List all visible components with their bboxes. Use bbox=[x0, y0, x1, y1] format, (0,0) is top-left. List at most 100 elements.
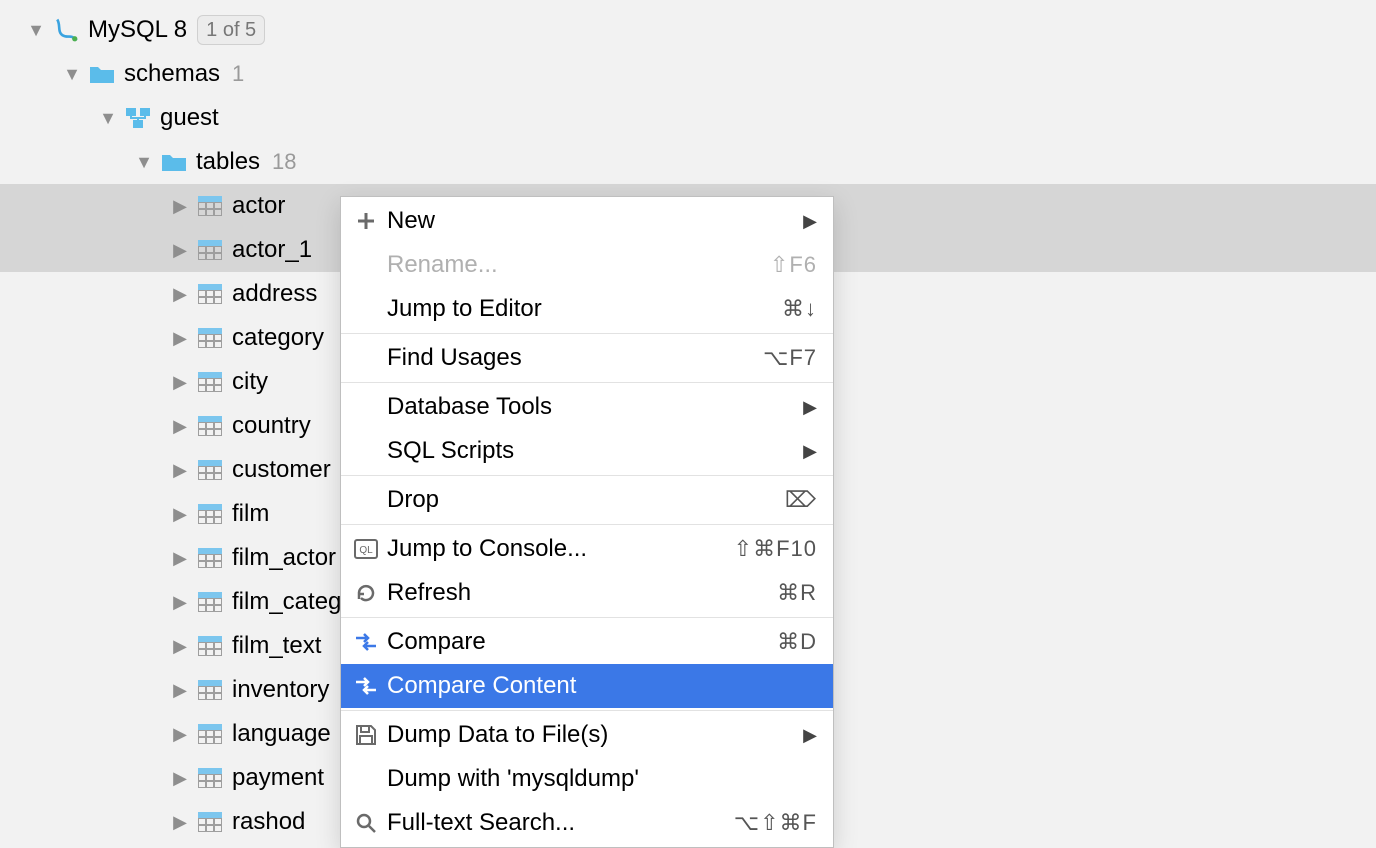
table-icon bbox=[196, 720, 224, 748]
submenu-arrow-icon: ▶ bbox=[803, 441, 817, 462]
menu-item-shortcut: ⌥⇧⌘F bbox=[734, 810, 817, 836]
collapse-arrow-icon[interactable]: ▶ bbox=[168, 678, 192, 702]
submenu-arrow-icon: ▶ bbox=[803, 397, 817, 418]
context-menu: New▶Rename...⇧F6Jump to Editor⌘↓Find Usa… bbox=[340, 196, 834, 848]
svg-text:QL: QL bbox=[359, 545, 373, 556]
table-icon bbox=[196, 588, 224, 616]
menu-item-shortcut: ⌘↓ bbox=[782, 296, 817, 322]
collapse-arrow-icon[interactable]: ▶ bbox=[168, 238, 192, 262]
table-icon bbox=[196, 764, 224, 792]
collapse-arrow-icon[interactable]: ▶ bbox=[168, 414, 192, 438]
compare-icon bbox=[351, 627, 381, 657]
menu-separator bbox=[341, 524, 833, 525]
menu-item[interactable]: Compare⌘D bbox=[341, 620, 833, 664]
collapse-arrow-icon[interactable]: ▶ bbox=[168, 326, 192, 350]
collapse-arrow-icon[interactable]: ▶ bbox=[168, 502, 192, 526]
collapse-arrow-icon[interactable]: ▶ bbox=[168, 810, 192, 834]
menu-item-shortcut: ⇧F6 bbox=[770, 252, 817, 278]
tree-label: category bbox=[232, 324, 324, 352]
menu-separator bbox=[341, 710, 833, 711]
save-icon bbox=[351, 720, 381, 750]
tree-label: city bbox=[232, 368, 268, 396]
menu-item-shortcut: ⌘D bbox=[777, 629, 817, 655]
table-icon bbox=[196, 192, 224, 220]
blank-icon bbox=[351, 764, 381, 794]
menu-item[interactable]: Jump to Editor⌘↓ bbox=[341, 287, 833, 331]
menu-item-label: Jump to Console... bbox=[387, 535, 734, 563]
menu-item-shortcut: ⌥F7 bbox=[763, 345, 817, 371]
menu-item[interactable]: Full-text Search...⌥⇧⌘F bbox=[341, 801, 833, 845]
collapse-arrow-icon[interactable]: ▶ bbox=[168, 590, 192, 614]
table-icon bbox=[196, 544, 224, 572]
expand-arrow-icon[interactable]: ▼ bbox=[60, 62, 84, 86]
collapse-arrow-icon[interactable]: ▶ bbox=[168, 546, 192, 570]
console-icon: QL bbox=[351, 534, 381, 564]
tree-node-schema[interactable]: ▼ guest bbox=[0, 96, 1376, 140]
datasource-count-badge: 1 of 5 bbox=[197, 15, 265, 45]
collapse-arrow-icon[interactable]: ▶ bbox=[168, 766, 192, 790]
menu-item[interactable]: Drop⌦ bbox=[341, 478, 833, 522]
menu-item[interactable]: SQL Scripts ▶ bbox=[341, 429, 833, 473]
tree-label: film_text bbox=[232, 632, 321, 660]
tree-node-tables[interactable]: ▼ tables 18 bbox=[0, 140, 1376, 184]
tree-label: actor bbox=[232, 192, 285, 220]
tree-label: rashod bbox=[232, 808, 305, 836]
menu-item-label: Drop bbox=[387, 486, 785, 514]
collapse-arrow-icon[interactable]: ▶ bbox=[168, 634, 192, 658]
blank-icon bbox=[351, 436, 381, 466]
table-icon bbox=[196, 324, 224, 352]
menu-item-label: Rename... bbox=[387, 251, 770, 279]
menu-item[interactable]: Database Tools ▶ bbox=[341, 385, 833, 429]
plus-icon bbox=[351, 206, 381, 236]
menu-item[interactable]: QL Jump to Console...⇧⌘F10 bbox=[341, 527, 833, 571]
blank-icon bbox=[351, 343, 381, 373]
menu-item-label: Dump Data to File(s) bbox=[387, 721, 795, 749]
menu-item-label: New bbox=[387, 207, 795, 235]
table-icon bbox=[196, 632, 224, 660]
tree-label: schemas bbox=[124, 60, 220, 88]
compare-icon bbox=[351, 671, 381, 701]
tree-label: MySQL 8 bbox=[88, 16, 187, 44]
collapse-arrow-icon[interactable]: ▶ bbox=[168, 722, 192, 746]
menu-item-shortcut: ⇧⌘F10 bbox=[734, 536, 817, 562]
refresh-icon bbox=[351, 578, 381, 608]
menu-item[interactable]: Dump with 'mysqldump' bbox=[341, 757, 833, 801]
menu-separator bbox=[341, 333, 833, 334]
menu-item-label: Database Tools bbox=[387, 393, 795, 421]
table-icon bbox=[196, 412, 224, 440]
table-icon bbox=[196, 500, 224, 528]
menu-item[interactable]: Find Usages⌥F7 bbox=[341, 336, 833, 380]
tree-label: inventory bbox=[232, 676, 329, 704]
tree-label: guest bbox=[160, 104, 219, 132]
blank-icon bbox=[351, 294, 381, 324]
table-icon bbox=[196, 456, 224, 484]
tree-label: actor_1 bbox=[232, 236, 312, 264]
expand-arrow-icon[interactable]: ▼ bbox=[96, 106, 120, 130]
menu-item-label: SQL Scripts bbox=[387, 437, 795, 465]
menu-item[interactable]: Dump Data to File(s)▶ bbox=[341, 713, 833, 757]
menu-separator bbox=[341, 475, 833, 476]
tree-label: film bbox=[232, 500, 269, 528]
expand-arrow-icon[interactable]: ▼ bbox=[24, 18, 48, 42]
menu-item[interactable]: Compare Content bbox=[341, 664, 833, 708]
table-icon bbox=[196, 368, 224, 396]
folder-icon bbox=[160, 148, 188, 176]
menu-item[interactable]: New▶ bbox=[341, 199, 833, 243]
collapse-arrow-icon[interactable]: ▶ bbox=[168, 282, 192, 306]
menu-item-label: Compare Content bbox=[387, 672, 817, 700]
schemas-count: 1 bbox=[232, 61, 244, 87]
collapse-arrow-icon[interactable]: ▶ bbox=[168, 194, 192, 218]
tree-node-datasource[interactable]: ▼ MySQL 8 1 of 5 bbox=[0, 8, 1376, 52]
tables-count: 18 bbox=[272, 149, 296, 175]
table-icon bbox=[196, 808, 224, 836]
menu-item[interactable]: Refresh⌘R bbox=[341, 571, 833, 615]
expand-arrow-icon[interactable]: ▼ bbox=[132, 150, 156, 174]
collapse-arrow-icon[interactable]: ▶ bbox=[168, 370, 192, 394]
tree-node-schemas[interactable]: ▼ schemas 1 bbox=[0, 52, 1376, 96]
tree-label: payment bbox=[232, 764, 324, 792]
blank-icon bbox=[351, 250, 381, 280]
table-icon bbox=[196, 236, 224, 264]
menu-item-label: Refresh bbox=[387, 579, 777, 607]
collapse-arrow-icon[interactable]: ▶ bbox=[168, 458, 192, 482]
menu-item-shortcut: ⌘R bbox=[777, 580, 817, 606]
